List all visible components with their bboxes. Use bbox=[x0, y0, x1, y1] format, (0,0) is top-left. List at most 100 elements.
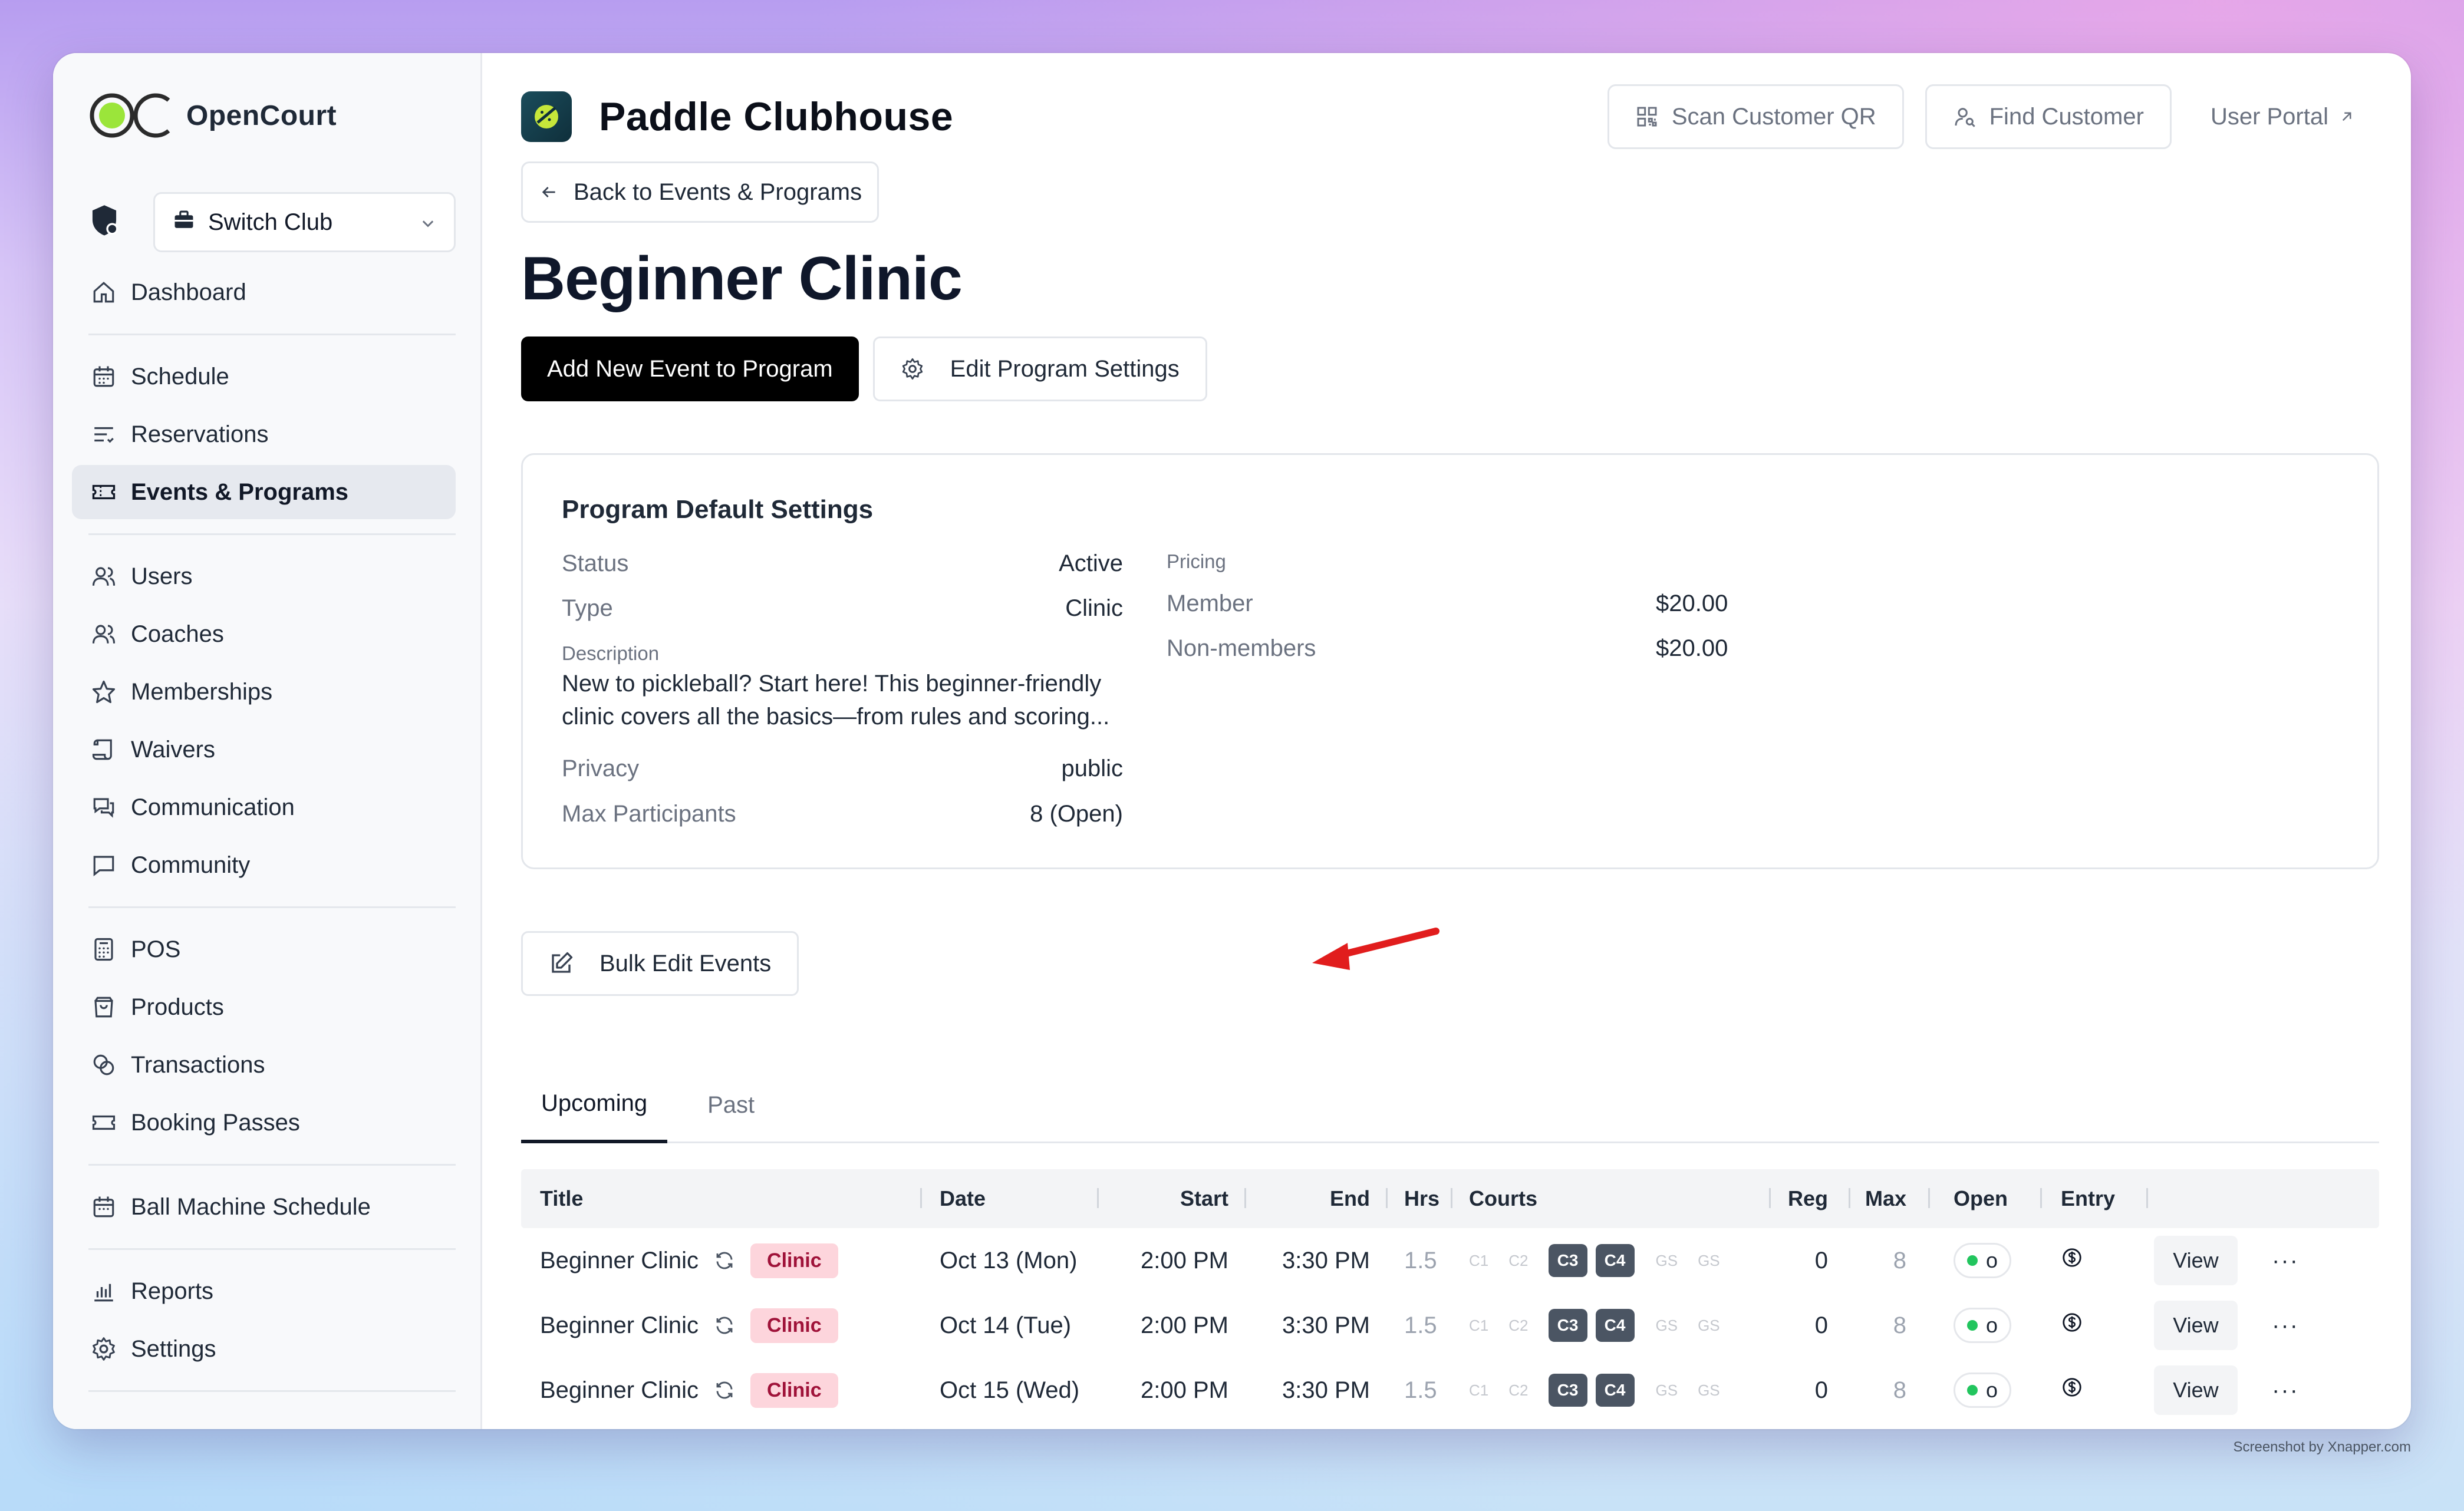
sidebar-item-users[interactable]: Users bbox=[72, 549, 456, 603]
pricing-label: Pricing bbox=[1167, 550, 1226, 572]
sidebar-item-label: Events & Programs bbox=[131, 479, 349, 505]
bar-chart-icon bbox=[88, 1276, 119, 1307]
sidebar-item-dashboard[interactable]: Dashboard bbox=[72, 265, 456, 319]
open-count: o bbox=[1986, 1378, 1998, 1402]
sidebar-item-waivers[interactable]: Waivers bbox=[72, 722, 456, 777]
ticket-icon bbox=[88, 1107, 119, 1138]
more-options-icon[interactable]: ··· bbox=[2272, 1248, 2299, 1274]
dollar-circle-icon[interactable] bbox=[2061, 1311, 2083, 1340]
court-chip: C1 bbox=[1469, 1381, 1489, 1399]
back-label: Back to Events & Programs bbox=[574, 179, 862, 205]
court-chip: C3 bbox=[1548, 1309, 1587, 1342]
header-label: Start bbox=[1180, 1186, 1228, 1210]
table-row[interactable]: Beginner Clinic Clinic Oct 13 (Mon) 2:00… bbox=[521, 1228, 2379, 1293]
sidebar-item-reports[interactable]: Reports bbox=[72, 1264, 456, 1318]
sidebar-item-products[interactable]: Products bbox=[72, 980, 456, 1034]
annotation-arrow-icon bbox=[1312, 928, 1439, 970]
view-button[interactable]: View bbox=[2154, 1365, 2238, 1415]
sidebar-item-settings[interactable]: Settings bbox=[72, 1322, 456, 1376]
briefcase-icon bbox=[173, 209, 195, 236]
dollar-circle-icon[interactable] bbox=[2061, 1376, 2083, 1404]
event-end: 3:30 PM bbox=[1282, 1377, 1370, 1403]
court-chip: C2 bbox=[1508, 1316, 1529, 1334]
open-toggle[interactable]: o bbox=[1954, 1308, 2012, 1343]
edit-settings-label: Edit Program Settings bbox=[950, 355, 1180, 382]
edit-settings-button[interactable]: Edit Program Settings bbox=[872, 336, 1207, 401]
tab-upcoming[interactable]: Upcoming bbox=[521, 1067, 668, 1143]
sidebar-item-booking-passes[interactable]: Booking Passes bbox=[72, 1096, 456, 1150]
col-courts-header[interactable]: Courts bbox=[1452, 1169, 1771, 1228]
sidebar-item-ball-machine[interactable]: Ball Machine Schedule bbox=[72, 1180, 456, 1234]
tab-past[interactable]: Past bbox=[687, 1067, 775, 1143]
col-start-header[interactable]: Start bbox=[1099, 1169, 1246, 1228]
sidebar-item-label: Ball Machine Schedule bbox=[131, 1193, 371, 1220]
open-toggle[interactable]: o bbox=[1954, 1243, 2012, 1278]
col-date-header[interactable]: Date bbox=[922, 1169, 1099, 1228]
dollar-circle-icon[interactable] bbox=[2061, 1246, 2083, 1275]
back-button[interactable]: Back to Events & Programs bbox=[521, 161, 879, 223]
col-reg-header[interactable]: Reg bbox=[1771, 1169, 1850, 1228]
table-body: Beginner Clinic Clinic Oct 13 (Mon) 2:00… bbox=[521, 1228, 2379, 1429]
event-start: 2:00 PM bbox=[1141, 1312, 1228, 1338]
bulk-edit-button[interactable]: Bulk Edit Events bbox=[521, 931, 799, 996]
header-label: Title bbox=[540, 1186, 584, 1210]
header-label: Courts bbox=[1469, 1186, 1537, 1210]
table-row[interactable]: Beginner Clinic Clinic Oct 14 (Tue) 2:00… bbox=[521, 1293, 2379, 1358]
sidebar-item-community[interactable]: Community bbox=[72, 838, 456, 892]
qr-code-icon bbox=[1635, 105, 1659, 128]
status-label: Status bbox=[562, 550, 629, 576]
court-chip: C4 bbox=[1595, 1244, 1635, 1277]
header-label: Hrs bbox=[1404, 1186, 1440, 1210]
users-icon bbox=[88, 561, 119, 592]
more-options-icon[interactable]: ··· bbox=[2272, 1377, 2299, 1404]
sidebar-item-events[interactable]: Events & Programs bbox=[72, 465, 456, 519]
brand-logo[interactable]: OpenCourt bbox=[72, 87, 456, 144]
court-chips: C1 C2 C3 C4 GS GS bbox=[1452, 1358, 1771, 1423]
col-hrs-header[interactable]: Hrs bbox=[1388, 1169, 1452, 1228]
sidebar-item-label: Products bbox=[131, 994, 224, 1020]
events-table: Title Date Start End Hrs Courts Reg Max … bbox=[521, 1169, 2379, 1429]
add-event-button[interactable]: Add New Event to Program bbox=[521, 336, 859, 401]
table-row[interactable]: Beginner Clinic Clinic Oct 16 (Thu) 2:00… bbox=[521, 1423, 2379, 1429]
user-portal-label: User Portal bbox=[2210, 103, 2328, 130]
col-open-header[interactable]: Open bbox=[1930, 1169, 2042, 1228]
col-end-header[interactable]: End bbox=[1246, 1169, 1388, 1228]
view-button[interactable]: View bbox=[2154, 1301, 2238, 1350]
table-row[interactable]: Beginner Clinic Clinic Oct 15 (Wed) 2:00… bbox=[521, 1358, 2379, 1423]
col-max-header[interactable]: Max bbox=[1850, 1169, 1930, 1228]
col-title-header[interactable]: Title bbox=[521, 1169, 922, 1228]
open-toggle[interactable]: o bbox=[1954, 1373, 2012, 1408]
status-dot bbox=[1967, 1255, 1978, 1266]
sidebar-item-label: Communication bbox=[131, 794, 295, 820]
switch-club-label: Switch Club bbox=[208, 209, 333, 235]
coaches-icon bbox=[88, 619, 119, 649]
sidebar-item-coaches[interactable]: Coaches bbox=[72, 607, 456, 661]
header-label: Max bbox=[1865, 1186, 1906, 1210]
sidebar-item-transactions[interactable]: Transactions bbox=[72, 1038, 456, 1092]
view-button[interactable]: View bbox=[2154, 1236, 2238, 1285]
gear-icon bbox=[88, 1334, 119, 1364]
coins-icon bbox=[88, 1050, 119, 1080]
program-settings-card: Program Default Settings Status Active T… bbox=[521, 453, 2379, 869]
user-portal-link[interactable]: User Portal bbox=[2193, 104, 2379, 130]
sidebar-item-reservations[interactable]: Reservations bbox=[72, 407, 456, 461]
sidebar-item-label: Settings bbox=[131, 1335, 216, 1362]
switch-club-select[interactable]: Switch Club bbox=[153, 192, 456, 252]
event-registered: 0 bbox=[1814, 1247, 1828, 1274]
sidebar-item-pos[interactable]: POS bbox=[72, 922, 456, 976]
sidebar-item-communication[interactable]: Communication bbox=[72, 780, 456, 834]
find-customer-button[interactable]: Find Customer bbox=[1925, 84, 2172, 149]
col-entry-header[interactable]: Entry bbox=[2042, 1169, 2148, 1228]
status-value: Active bbox=[1059, 550, 1123, 576]
more-options-icon[interactable]: ··· bbox=[2272, 1312, 2299, 1339]
event-title: Beginner Clinic bbox=[540, 1377, 699, 1403]
scan-qr-button[interactable]: Scan Customer QR bbox=[1607, 84, 1904, 149]
event-title: Beginner Clinic bbox=[540, 1247, 699, 1274]
bulk-edit-label: Bulk Edit Events bbox=[599, 950, 772, 976]
event-type-badge: Clinic bbox=[750, 1373, 838, 1408]
sidebar-item-memberships[interactable]: Memberships bbox=[72, 665, 456, 719]
sidebar-item-schedule[interactable]: Schedule bbox=[72, 349, 456, 404]
sidebar-item-label: POS bbox=[131, 936, 181, 962]
nonmember-price-value: $20.00 bbox=[1656, 635, 1728, 661]
page-title: Beginner Clinic bbox=[521, 245, 963, 313]
